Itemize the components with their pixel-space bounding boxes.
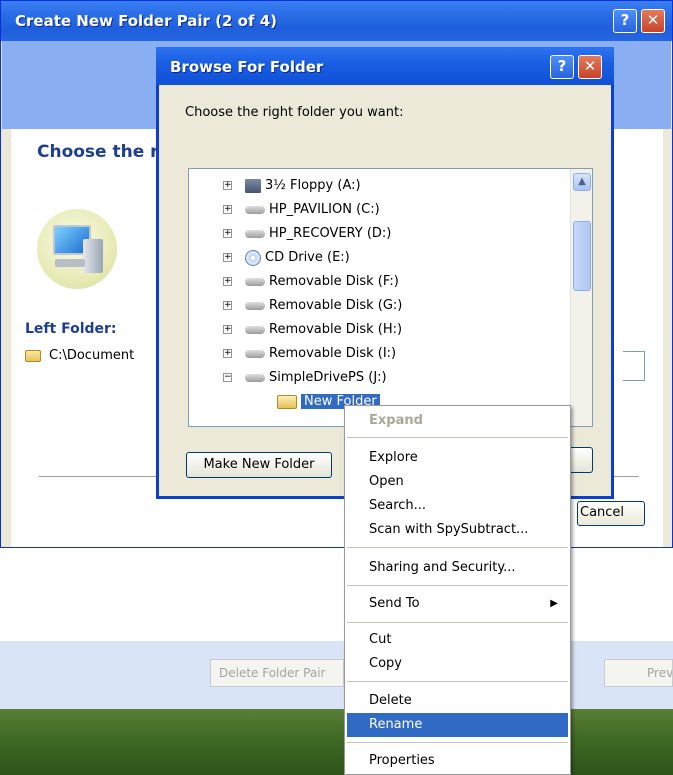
tree-item-label: Removable Disk (G:) [269,298,403,313]
menu-item-label: Send To [369,596,420,611]
dialog-instruction: Choose the right folder you want: [185,105,404,120]
expand-icon[interactable]: + [223,229,232,238]
previous-button[interactable]: Prev [604,659,673,687]
menu-item-cut[interactable]: Cut [347,628,568,652]
menu-separator [347,585,568,586]
dialog-title: Browse For Folder [170,58,324,76]
menu-separator [347,681,568,682]
tree-item-h[interactable]: + Removable Disk (H:) [223,319,403,341]
left-folder-path: C:\Document [25,348,134,363]
cd-drive-icon [245,249,261,266]
tree-item-label: HP_RECOVERY (D:) [269,226,392,241]
wizard-heading: Choose the r [37,142,159,162]
menu-item-properties[interactable]: Properties [347,749,568,773]
tree-item-g[interactable]: + Removable Disk (G:) [223,295,403,317]
computer-icon [37,209,117,289]
tree-item-label: Removable Disk (I:) [269,346,397,361]
tree-item-label: CD Drive (E:) [265,250,350,265]
menu-item-scan-spysubtract[interactable]: Scan with SpySubtract... [347,518,568,542]
open-folder-icon [277,394,297,409]
tree-item-c[interactable]: + HP_PAVILION (C:) [223,199,380,221]
tree-item-label: SimpleDrivePS (J:) [269,370,387,385]
desktop-wallpaper [0,709,673,775]
tree-item-i[interactable]: + Removable Disk (I:) [223,343,397,365]
left-folder-label: Left Folder: [25,321,117,337]
close-icon[interactable]: ✕ [641,9,665,33]
expand-icon[interactable]: + [223,301,232,310]
menu-item-explore[interactable]: Explore [347,446,568,470]
removable-disk-icon [245,325,265,334]
menu-item-sharing-security[interactable]: Sharing and Security... [347,556,568,580]
delete-folder-pair-button[interactable]: Delete Folder Pair [210,659,344,687]
dialog-help-icon[interactable]: ? [550,55,574,79]
make-new-folder-button[interactable]: Make New Folder [186,452,332,478]
removable-disk-icon [245,301,265,310]
menu-item-send-to[interactable]: Send To ▶ [347,592,568,616]
removable-disk-icon [245,349,265,358]
menu-item-copy[interactable]: Copy [347,652,568,676]
tree-item-f[interactable]: + Removable Disk (F:) [223,271,399,293]
menu-item-search[interactable]: Search... [347,494,568,518]
expand-icon[interactable]: + [223,277,232,286]
submenu-arrow-icon: ▶ [550,598,558,609]
tree-item-label: Removable Disk (F:) [269,274,399,289]
tree-item-e[interactable]: + CD Drive (E:) [223,247,350,269]
menu-item-open[interactable]: Open [347,470,568,494]
expand-icon[interactable]: + [223,325,232,334]
hard-drive-icon [245,205,265,214]
folder-tree[interactable]: +3½ Floppy (A:) + HP_PAVILION (C:) + HP_RE… [188,168,593,427]
scroll-up-icon[interactable]: ▲ [573,173,591,191]
context-menu: Expand Explore Open Search... Scan with … [344,405,571,775]
collapse-icon[interactable]: − [223,373,232,382]
expand-icon[interactable]: + [223,205,232,214]
dialog-close-icon[interactable]: ✕ [578,55,602,79]
tree-item-floppy[interactable]: +3½ Floppy (A:) [223,175,361,197]
cancel-button[interactable]: Cancel [577,501,645,526]
tree-item-label: Removable Disk (H:) [269,322,403,337]
help-icon[interactable]: ? [613,9,637,33]
folder-icon [25,349,41,362]
tree-scrollbar[interactable]: ▲ [570,169,592,426]
hard-drive-icon [245,229,265,238]
wizard-title: Create New Folder Pair (2 of 4) [15,12,278,30]
expand-icon[interactable]: + [223,181,232,190]
tree-item-d[interactable]: + HP_RECOVERY (D:) [223,223,392,245]
removable-disk-icon [245,277,265,286]
tree-item-label: 3½ Floppy (A:) [265,178,361,193]
wizard-titlebar[interactable]: Create New Folder Pair (2 of 4) ? ✕ [1,1,672,41]
expand-icon[interactable]: + [223,253,232,262]
menu-item-delete[interactable]: Delete [347,689,568,713]
menu-separator [347,622,568,623]
menu-separator [347,547,568,548]
right-folder-field[interactable] [623,351,645,381]
removable-disk-icon [245,373,265,382]
left-folder-value: C:\Document [49,348,135,363]
dialog-titlebar[interactable]: Browse For Folder ? ✕ [156,47,614,85]
wizard-footer-band: Delete Folder Pair Prev [0,641,673,709]
menu-separator [347,742,568,743]
tree-item-label: HP_PAVILION (C:) [269,202,380,217]
expand-icon[interactable]: + [223,349,232,358]
ok-button-edge[interactable] [569,447,593,473]
floppy-drive-icon [245,178,261,193]
scroll-thumb[interactable] [573,221,591,291]
tree-item-j[interactable]: − SimpleDrivePS (J:) [223,367,387,389]
menu-separator [347,437,568,438]
menu-item-expand[interactable]: Expand [347,409,568,433]
menu-item-rename[interactable]: Rename [347,713,568,737]
